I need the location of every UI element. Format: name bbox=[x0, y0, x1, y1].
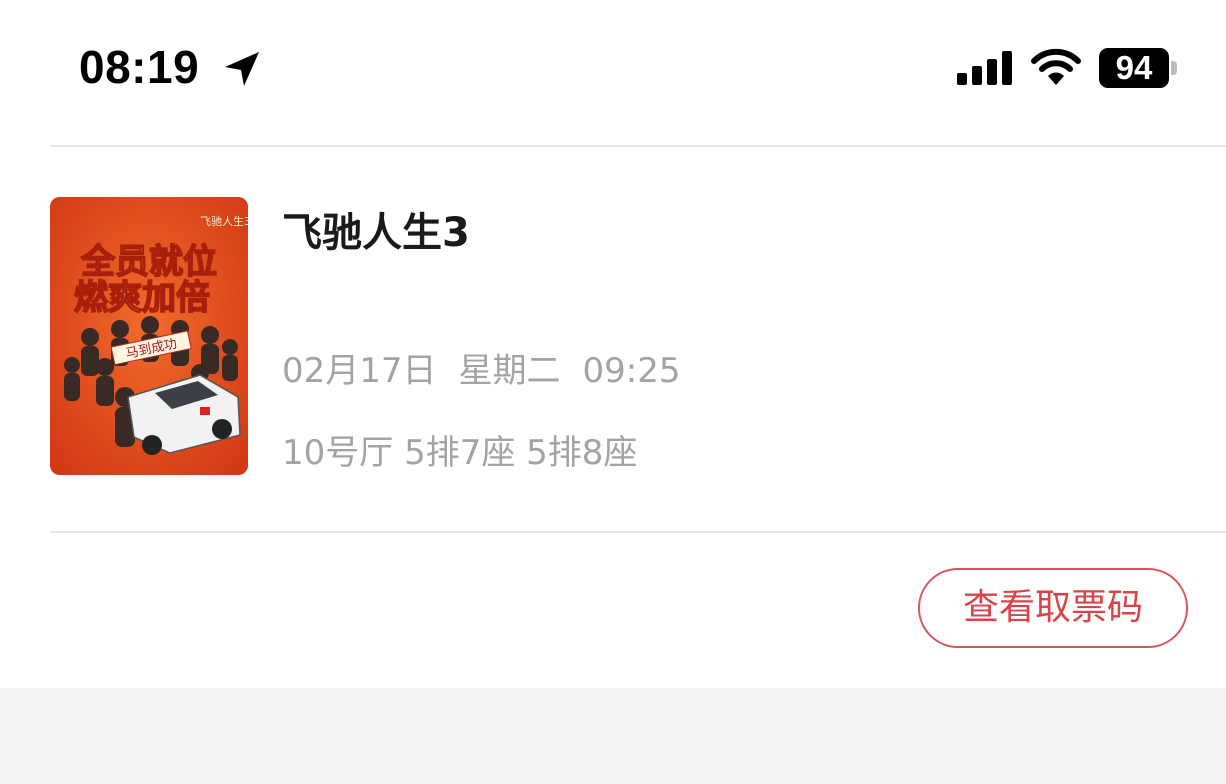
show-date: 02月17日 bbox=[282, 351, 437, 391]
battery-level: 94 bbox=[1115, 49, 1153, 86]
poster-corner-logo: 飞驰人生3 bbox=[200, 214, 248, 228]
movie-poster-image[interactable]: 飞驰人生3 全员就位 燃爽加倍 马到成功 bbox=[50, 197, 248, 475]
status-time: 08:19 bbox=[79, 41, 200, 93]
seat-info: 10号厅 5排7座 5排8座 bbox=[282, 433, 638, 473]
order-detail-screen: 08:19 94 飞驰人生3 全员就位 燃爽加倍 马到成功 飞驰人生3 02月1… bbox=[0, 0, 1226, 784]
battery-icon: 94 bbox=[1099, 48, 1179, 88]
view-ticket-code-button[interactable]: 查看取票码 bbox=[918, 568, 1188, 648]
divider-bottom bbox=[50, 531, 1226, 533]
movie-title: 飞驰人生3 bbox=[282, 210, 470, 256]
wifi-icon bbox=[1031, 48, 1081, 85]
poster-tagline-2: 燃爽加倍 bbox=[74, 278, 210, 318]
poster-artwork: 飞驰人生3 全员就位 燃爽加倍 马到成功 bbox=[50, 197, 248, 475]
location-arrow-icon bbox=[225, 52, 259, 86]
divider-top bbox=[50, 145, 1226, 147]
signal-bars-icon bbox=[957, 51, 1012, 85]
poster-tagline-1: 全员就位 bbox=[80, 242, 217, 282]
showtime: 02月17日 星期二 09:25 bbox=[282, 348, 703, 394]
show-time: 09:25 bbox=[582, 351, 681, 391]
battery-cap bbox=[1171, 61, 1177, 75]
section-separator bbox=[0, 688, 1226, 784]
status-bar: 08:19 94 bbox=[0, 0, 1226, 130]
show-weekday: 星期二 bbox=[458, 351, 561, 391]
